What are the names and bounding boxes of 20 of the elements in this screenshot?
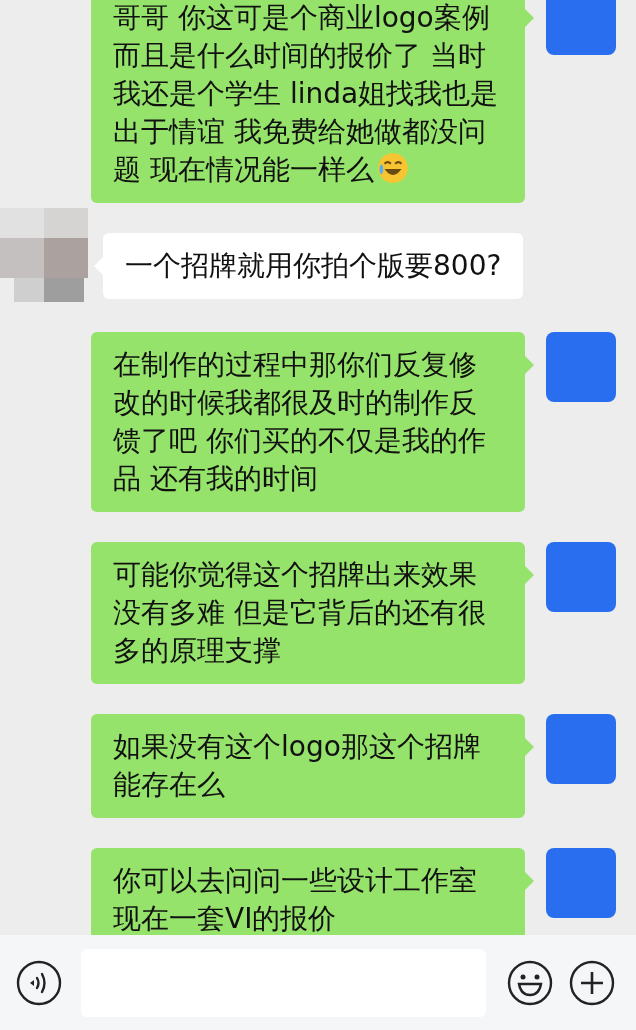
avatar[interactable] <box>546 332 616 402</box>
avatar[interactable] <box>546 848 616 918</box>
avatar[interactable] <box>0 208 88 302</box>
voice-icon[interactable] <box>15 958 63 1007</box>
avatar[interactable] <box>546 542 616 612</box>
sent-message: 如果没有这个logo那这个招牌能存在么 <box>91 714 525 818</box>
bubble-tail <box>525 356 534 374</box>
bubble-tail <box>525 872 534 890</box>
avatar[interactable] <box>546 714 616 784</box>
received-message: 一个招牌就用你拍个版要800? <box>103 233 524 299</box>
sent-message: 在制作的过程中那你们反复修改的时候我都很及时的制作反馈了吧 你们买的不仅是我的作品 还有我的时间 <box>91 332 525 512</box>
avatar[interactable] <box>546 0 616 55</box>
sent-message: 可能你觉得这个招牌出来效果没有多难 但是它背后的还有很多的原理支撑 <box>91 542 525 684</box>
sent-message: 你可以去问问一些设计工作室现在一套VI的报价 <box>91 848 525 935</box>
bubble-tail <box>525 738 534 756</box>
bubble-tail <box>525 566 534 584</box>
sent-message: 哥哥 你这可是个商业logo案例而且是什么时间的报价了 当时我还是个学生 linda姐找我也是出于情谊 我免费给她做都没问题 现在情况能一样么 <box>91 0 525 203</box>
bubble-tail <box>525 9 534 27</box>
plus-icon[interactable] <box>568 958 616 1007</box>
emoji-icon[interactable] <box>506 958 554 1007</box>
